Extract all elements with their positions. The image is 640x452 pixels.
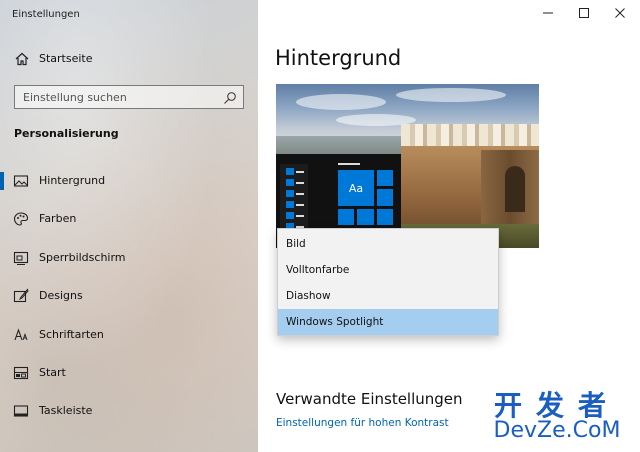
home-label: Startseite	[39, 52, 93, 65]
maximize-icon	[579, 8, 589, 18]
palette-icon	[13, 211, 29, 227]
sidebar: Einstellungen Startseite Personalisierun…	[0, 0, 258, 452]
sidebar-item-label: Taskleiste	[39, 404, 93, 417]
sidebar-item-hintergrund[interactable]: Hintergrund	[0, 166, 258, 196]
minimize-icon	[543, 12, 553, 14]
home-icon	[14, 51, 30, 67]
sidebar-item-label: Hintergrund	[39, 174, 106, 187]
minimize-button[interactable]	[536, 4, 560, 22]
font-icon	[13, 327, 29, 343]
preview-tile-label: Aa	[338, 170, 374, 206]
sidebar-item-label: Start	[39, 366, 66, 379]
high-contrast-link[interactable]: Einstellungen für hohen Kontrast	[276, 417, 449, 429]
option-bild[interactable]: Bild	[278, 231, 498, 257]
option-label: Bild	[286, 238, 306, 250]
close-button[interactable]	[608, 4, 632, 22]
option-volltonfarbe[interactable]: Volltonfarbe	[278, 257, 498, 283]
search-input[interactable]	[15, 86, 215, 108]
sidebar-item-label: Farben	[39, 212, 77, 225]
option-diashow[interactable]: Diashow	[278, 283, 498, 309]
option-windows-spotlight[interactable]: Windows Spotlight	[278, 309, 498, 335]
sidebar-item-label: Sperrbildschirm	[39, 251, 126, 264]
background-type-dropdown[interactable]: Bild Volltonfarbe Diashow Windows Spotli…	[277, 228, 499, 336]
background-preview: Aa	[276, 84, 539, 248]
window-title: Einstellungen	[12, 9, 80, 20]
lock-screen-icon	[13, 250, 29, 266]
option-label: Windows Spotlight	[286, 316, 384, 328]
sidebar-item-label: Designs	[39, 289, 83, 302]
watermark: 开发者 DevZe.CoM	[482, 384, 632, 448]
option-label: Volltonfarbe	[286, 264, 350, 276]
sidebar-item-label: Schriftarten	[39, 328, 104, 341]
option-label: Diashow	[286, 290, 331, 302]
sidebar-item-sperrbildschirm[interactable]: Sperrbildschirm	[0, 243, 258, 273]
watermark-line1: 开发者	[493, 389, 620, 422]
sidebar-item-farben[interactable]: Farben	[0, 204, 258, 234]
start-icon	[13, 365, 29, 381]
sidebar-item-start[interactable]: Start	[0, 358, 258, 388]
close-icon	[615, 8, 625, 18]
sidebar-item-taskleiste[interactable]: Taskleiste	[0, 396, 258, 426]
search-box[interactable]	[14, 85, 244, 109]
sidebar-item-schriftarten[interactable]: Schriftarten	[0, 320, 258, 350]
brush-icon	[13, 288, 29, 304]
home-link[interactable]: Startseite	[0, 48, 258, 70]
search-icon[interactable]	[223, 90, 237, 104]
taskbar-icon	[13, 403, 29, 419]
image-icon	[13, 173, 29, 189]
watermark-line2: DevZe.CoM	[493, 418, 621, 443]
related-settings-heading: Verwandte Einstellungen	[276, 390, 463, 408]
sidebar-item-designs[interactable]: Designs	[0, 281, 258, 311]
page-title: Hintergrund	[275, 46, 402, 70]
section-title: Personalisierung	[14, 127, 119, 140]
maximize-button[interactable]	[572, 4, 596, 22]
preview-hills	[276, 136, 406, 154]
preview-bridge-arch	[505, 166, 525, 212]
